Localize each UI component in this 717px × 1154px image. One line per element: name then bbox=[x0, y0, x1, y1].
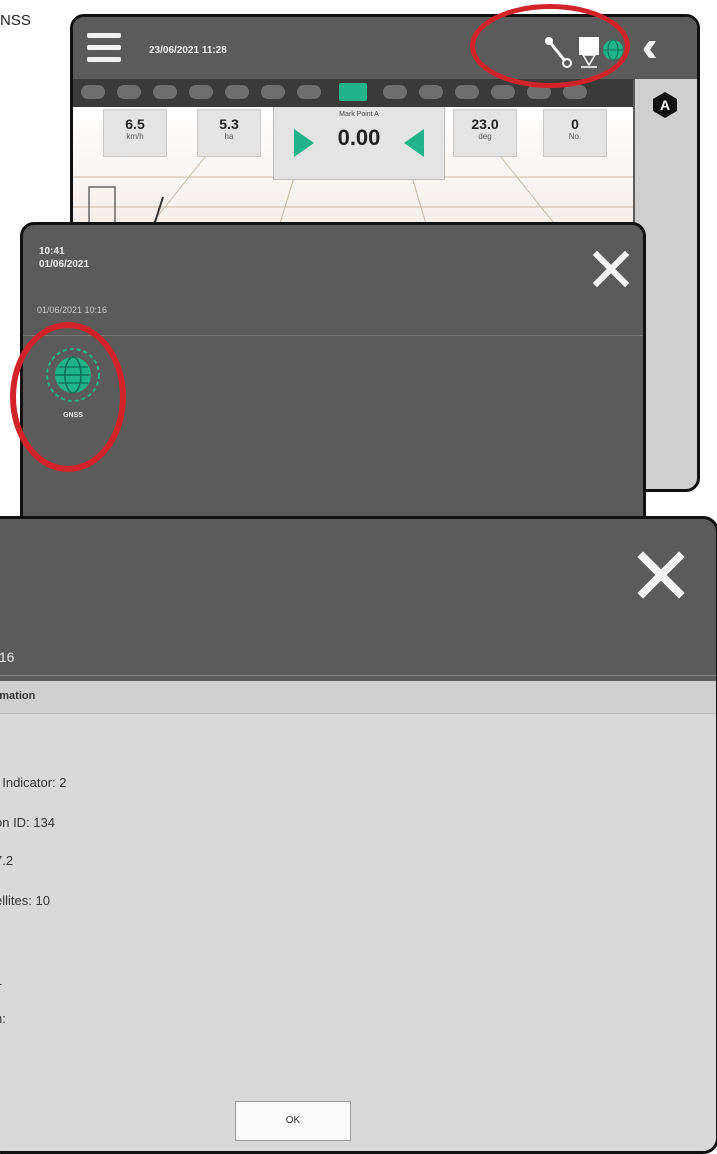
log-entry-timestamp: :16 bbox=[0, 649, 15, 665]
lightbar-led bbox=[225, 85, 249, 99]
mark-point-panel[interactable]: Mark Point A 0.00 bbox=[273, 107, 445, 180]
info-line: / Indicator: 2 bbox=[0, 775, 67, 790]
count-tile[interactable]: 0 No. bbox=[543, 109, 607, 157]
caption-text: NSS bbox=[0, 12, 31, 29]
lightbar-led bbox=[81, 85, 105, 99]
highlight-circle bbox=[10, 322, 126, 472]
lightbar-led bbox=[117, 85, 141, 99]
arrow-left-icon bbox=[404, 129, 424, 157]
speed-tile[interactable]: 6.5 km/h bbox=[103, 109, 167, 157]
info-line: n: bbox=[0, 1011, 6, 1026]
area-tile[interactable]: 5.3 ha bbox=[197, 109, 261, 157]
menu-icon[interactable] bbox=[87, 33, 121, 63]
lightbar-led bbox=[383, 85, 407, 99]
guidance-mode-badge[interactable]: A bbox=[651, 91, 679, 119]
lightbar-led bbox=[419, 85, 443, 99]
highlight-circle bbox=[470, 4, 630, 88]
info-panel: rmation / Indicator: 2 on ID: 134 7.2 el… bbox=[0, 681, 716, 1151]
lightbar-led bbox=[153, 85, 177, 99]
ok-button[interactable]: OK bbox=[235, 1101, 351, 1141]
heading-tile[interactable]: 23.0 deg bbox=[453, 109, 517, 157]
side-panel-header: ‹‹ bbox=[635, 17, 697, 79]
lightbar-led bbox=[563, 85, 587, 99]
info-line: 7.2 bbox=[0, 853, 14, 868]
svg-text:A: A bbox=[660, 97, 670, 113]
gnss-info-screen: :16 rmation / Indicator: 2 on ID: 134 7.… bbox=[0, 516, 717, 1154]
clock: 10:41 01/06/2021 bbox=[39, 246, 90, 270]
section-header: rmation bbox=[0, 681, 716, 714]
lightbar-led bbox=[455, 85, 479, 99]
close-icon[interactable] bbox=[591, 249, 631, 289]
datetime-display: 23/06/2021 11:28 bbox=[149, 45, 227, 56]
log-entry-timestamp: 01/06/2021 10:16 bbox=[37, 305, 108, 315]
info-line: 1 bbox=[0, 973, 2, 988]
info-line: on ID: 134 bbox=[0, 815, 55, 830]
lightbar-led-active bbox=[339, 83, 367, 101]
lightbar-led bbox=[189, 85, 213, 99]
close-icon[interactable] bbox=[635, 549, 687, 601]
lightbar-led bbox=[261, 85, 285, 99]
info-line: ellites: 10 bbox=[0, 893, 50, 908]
lightbar-led bbox=[491, 85, 515, 99]
divider bbox=[0, 675, 716, 676]
lightbar-led bbox=[297, 85, 321, 99]
divider bbox=[23, 335, 643, 336]
arrow-right-icon bbox=[294, 129, 314, 157]
